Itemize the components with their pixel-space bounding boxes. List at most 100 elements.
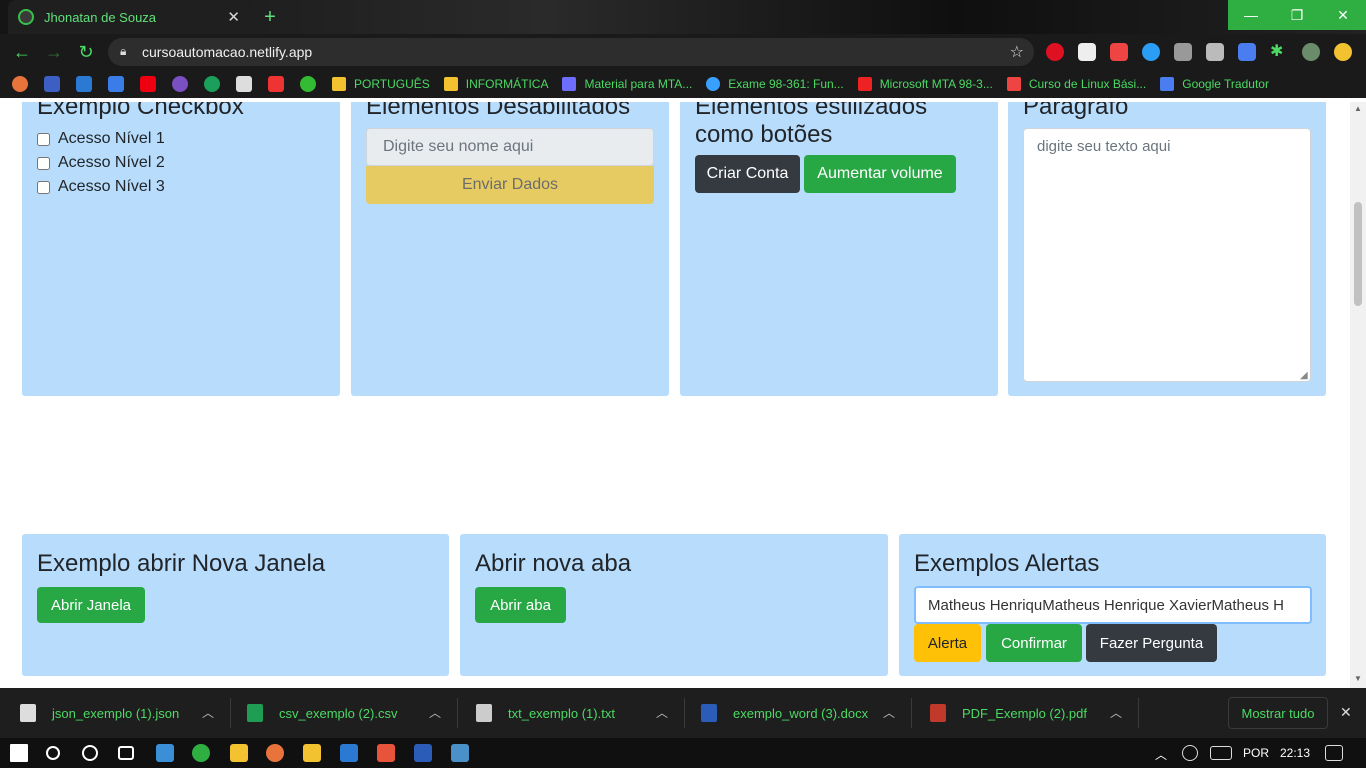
google-translate-icon[interactable] xyxy=(1238,43,1256,61)
powershell-icon[interactable] xyxy=(414,744,432,762)
google-drive-icon[interactable] xyxy=(1174,43,1192,61)
download-item[interactable]: txt_exemplo (1).txt ︿ xyxy=(476,688,668,738)
chevron-up-icon[interactable]: ︿ xyxy=(656,704,668,721)
create-account-button[interactable]: Criar Conta xyxy=(695,155,800,193)
notes-app-icon[interactable] xyxy=(156,744,174,762)
download-item[interactable]: exemplo_word (3).docx ︿ xyxy=(701,688,895,738)
bookmark-label: Exame 98-361: Fun... xyxy=(728,77,844,91)
clock[interactable]: 22:13 xyxy=(1280,746,1310,760)
minimize-button[interactable]: — xyxy=(1228,0,1274,30)
update-icon[interactable] xyxy=(1334,43,1352,61)
notifications-icon[interactable] xyxy=(1325,745,1343,761)
bookmark-microsoft-mta[interactable]: Microsoft MTA 98-3... xyxy=(857,77,993,91)
bookmark-youtube-icon[interactable] xyxy=(140,76,156,92)
bookmark-globe-icon[interactable] xyxy=(300,76,316,92)
close-downloads-icon[interactable]: ✕ xyxy=(1340,704,1352,721)
paragraph-textarea[interactable]: digite seu texto aqui xyxy=(1023,128,1311,382)
checkbox-input[interactable] xyxy=(37,132,50,146)
vscode-icon[interactable] xyxy=(340,744,358,762)
bookmark-ars-icon[interactable] xyxy=(12,76,28,92)
bookmark-g-icon[interactable] xyxy=(108,76,124,92)
pen-icon[interactable] xyxy=(1182,745,1198,761)
file-explorer-icon[interactable] xyxy=(303,744,321,762)
bookmark-m-icon[interactable] xyxy=(172,76,188,92)
task-view-icon[interactable] xyxy=(118,746,134,760)
checkbox-input[interactable] xyxy=(37,156,50,170)
profile-avatar[interactable] xyxy=(1302,43,1320,61)
increase-volume-button[interactable]: Aumentar volume xyxy=(804,155,956,193)
close-window-button[interactable]: ✕ xyxy=(1320,0,1366,30)
brave-icon[interactable] xyxy=(377,744,395,762)
checkbox-option[interactable]: Acesso Nível 3 xyxy=(37,175,165,199)
bookmark-curso-linux[interactable]: Curso de Linux Bási... xyxy=(1006,77,1146,91)
open-tab-button[interactable]: Abrir aba xyxy=(475,587,566,623)
app-window-icon[interactable] xyxy=(451,744,469,762)
extension-q-icon[interactable] xyxy=(1110,43,1128,61)
bookmarks-bar: PORTUGUÊS INFORMÁTICA Material para MTA.… xyxy=(0,70,1366,98)
bookmark-portugues[interactable]: PORTUGUÊS xyxy=(332,77,430,91)
site-icon xyxy=(1006,77,1021,91)
extension-plus-icon[interactable] xyxy=(1078,43,1096,61)
back-arrow-icon[interactable]: ← xyxy=(10,41,34,63)
address-bar[interactable]: 🔒︎ cursoautomacao.netlify.app ☆ xyxy=(108,38,1034,66)
checkbox-card: Exemplo Checkbox Acesso Nível 1 Acesso N… xyxy=(22,102,340,396)
tab-title: Jhonatan de Souza xyxy=(44,9,157,25)
scroll-up-arrow-icon[interactable]: ▲ xyxy=(1354,104,1362,113)
download-item[interactable]: PDF_Exemplo (2).pdf ︿ xyxy=(930,688,1122,738)
extension-hand-icon[interactable] xyxy=(1046,43,1064,61)
alert-button[interactable]: Alerta xyxy=(914,624,981,662)
bookmark-google-tradutor[interactable]: Google Tradutor xyxy=(1160,77,1269,91)
tray-chevron-icon[interactable]: ︿ xyxy=(1155,746,1167,763)
alerts-name-input[interactable]: Matheus HenriquMatheus Henrique XavierMa… xyxy=(914,586,1312,624)
open-window-button[interactable]: Abrir Janela xyxy=(37,587,145,623)
bookmark-box-icon[interactable] xyxy=(76,76,92,92)
extensions-puzzle-icon[interactable]: ✱ xyxy=(1270,43,1288,61)
bookmark-gmail-icon[interactable] xyxy=(236,76,252,92)
chevron-up-icon[interactable]: ︿ xyxy=(202,704,214,721)
bookmark-material-mta[interactable]: Material para MTA... xyxy=(562,77,692,91)
sticky-notes-icon[interactable] xyxy=(230,744,248,762)
bookmark-label: INFORMÁTICA xyxy=(465,77,549,91)
checkbox-option[interactable]: Acesso Nível 2 xyxy=(37,151,165,175)
download-item[interactable]: json_exemplo (1).json ︿ xyxy=(20,688,214,738)
confirm-button[interactable]: Confirmar xyxy=(986,624,1082,662)
bookmark-star-icon[interactable]: ☆ xyxy=(1010,42,1024,62)
show-all-downloads-button[interactable]: Mostrar tudo xyxy=(1228,697,1328,729)
keyboard-icon[interactable] xyxy=(1210,746,1232,760)
search-icon[interactable] xyxy=(46,746,60,760)
cap-icon xyxy=(562,77,577,91)
firefox-icon[interactable] xyxy=(266,744,284,762)
checkbox-option[interactable]: Acesso Nível 1 xyxy=(37,127,165,151)
tab-close-icon[interactable]: ✕ xyxy=(227,8,240,26)
extension-bulb-icon[interactable] xyxy=(1206,43,1224,61)
reload-icon[interactable]: ↻ xyxy=(74,41,98,63)
page-scrollbar[interactable]: ▲ ▼ xyxy=(1350,102,1366,688)
browser-tab-active[interactable]: Jhonatan de Souza ✕ xyxy=(8,0,250,34)
resize-handle-icon[interactable]: ◢ xyxy=(1300,370,1308,381)
extension-circle-icon[interactable] xyxy=(1142,43,1160,61)
restore-button[interactable]: ❐ xyxy=(1274,0,1320,30)
bookmark-pti-icon[interactable] xyxy=(44,76,60,92)
scrollbar-thumb[interactable] xyxy=(1354,202,1362,306)
bookmark-informatica[interactable]: INFORMÁTICA xyxy=(443,77,549,91)
download-item[interactable]: csv_exemplo (2).csv ︿ xyxy=(247,688,441,738)
bookmark-red-icon[interactable] xyxy=(268,76,284,92)
chrome-taskbar-icon[interactable] xyxy=(192,744,210,762)
new-tab-button[interactable]: + xyxy=(258,6,282,28)
forward-arrow-icon[interactable]: → xyxy=(42,41,66,63)
windows-start-icon[interactable] xyxy=(10,744,28,762)
input-language[interactable]: POR xyxy=(1243,746,1269,760)
new-tab-card: Abrir nova aba Abrir aba xyxy=(460,534,888,676)
chevron-up-icon[interactable]: ︿ xyxy=(1110,704,1122,721)
disabled-name-input[interactable]: Digite seu nome aqui xyxy=(366,128,654,166)
bookmark-paw-icon[interactable] xyxy=(204,76,220,92)
checkbox-input[interactable] xyxy=(37,180,50,194)
bookmark-exame[interactable]: Exame 98-361: Fun... xyxy=(706,77,844,91)
chevron-up-icon[interactable]: ︿ xyxy=(883,704,895,721)
chevron-up-icon[interactable]: ︿ xyxy=(429,704,441,721)
disabled-submit-button[interactable]: Enviar Dados xyxy=(366,166,654,204)
scroll-down-arrow-icon[interactable]: ▼ xyxy=(1354,674,1362,683)
youtube-icon xyxy=(857,77,872,91)
cortana-icon[interactable] xyxy=(82,745,98,761)
ask-question-button[interactable]: Fazer Pergunta xyxy=(1086,624,1217,662)
